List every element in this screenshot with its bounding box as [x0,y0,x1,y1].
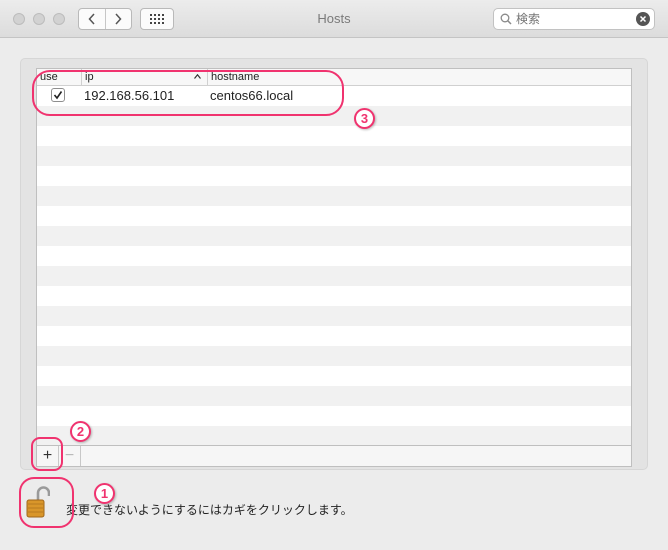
empty-row [37,146,631,166]
empty-row [37,126,631,146]
empty-row [37,166,631,186]
chevron-right-icon [115,13,122,25]
chevron-left-icon [88,13,95,25]
empty-row [37,186,631,206]
sort-ascending-icon [194,74,201,79]
annotation-badge-3: 3 [354,108,375,129]
lock-message: 変更できないようにするにはカギをクリックします。 [66,503,353,517]
empty-row [37,286,631,306]
empty-row [37,326,631,346]
annotation-badge-2: 2 [70,421,91,442]
column-header-hostname[interactable]: hostname [207,69,407,86]
column-header-ip[interactable]: ip [81,69,207,86]
show-all-button[interactable] [140,8,174,30]
forward-button[interactable] [104,9,132,29]
back-button[interactable] [79,9,105,29]
empty-row [37,246,631,266]
empty-row [37,426,631,445]
search-input[interactable] [516,11,628,27]
empty-row [37,306,631,326]
empty-row [37,366,631,386]
checkmark-icon [53,91,63,100]
minimize-window-button[interactable] [33,13,45,25]
search-icon [500,13,512,25]
column-header-use[interactable]: use [37,69,81,86]
empty-row [37,226,631,246]
use-checkbox[interactable] [51,88,65,102]
close-icon [639,15,647,23]
lock-button[interactable] [26,485,51,519]
ip-cell[interactable]: 192.168.56.101 [84,88,174,103]
hosts-table[interactable]: use ip hostname 192.168.56.101 centos66.… [36,68,632,446]
remove-host-button[interactable]: − [59,446,81,466]
column-header-ip-label: ip [85,71,94,83]
table-row[interactable]: 192.168.56.101 centos66.local [37,86,631,106]
annotation-badge-1: 1 [94,483,115,504]
empty-row [37,346,631,366]
empty-row [37,106,631,126]
hostname-cell[interactable]: centos66.local [210,88,293,103]
empty-row [37,206,631,226]
empty-row [37,266,631,286]
title-bar: Hosts [0,0,668,38]
add-remove-bar: + − [36,446,632,467]
navigation-buttons [78,8,132,30]
close-window-button[interactable] [13,13,25,25]
search-field[interactable] [493,8,655,30]
table-header: use ip hostname [37,69,631,86]
table-rows: 192.168.56.101 centos66.local [37,86,631,445]
unlocked-padlock-icon [26,486,51,518]
empty-row [37,386,631,406]
zoom-window-button[interactable] [53,13,65,25]
empty-row [37,406,631,426]
add-host-button[interactable]: + [37,446,59,466]
clear-search-button[interactable] [636,12,650,26]
grid-icon [150,14,164,24]
